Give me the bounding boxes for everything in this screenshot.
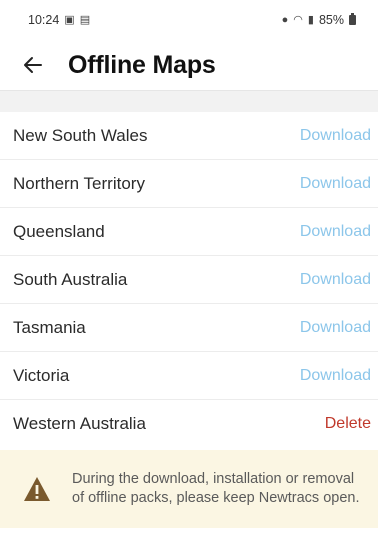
page-title: Offline Maps: [68, 50, 216, 79]
section-divider: [0, 90, 378, 112]
region-name: Western Australia: [13, 414, 146, 433]
region-row: Victoria Download: [0, 352, 378, 400]
status-time: 10:24: [28, 13, 60, 27]
wifi-icon: ◠: [293, 13, 303, 26]
region-name: New South Wales: [13, 125, 148, 145]
warning-icon: [24, 477, 50, 501]
app-bar: Offline Maps: [0, 40, 378, 90]
download-button[interactable]: Download: [300, 175, 371, 193]
region-row: Western Australia Delete: [0, 400, 378, 448]
download-button[interactable]: Download: [300, 367, 371, 385]
message-icon: ▤: [79, 13, 91, 26]
download-button[interactable]: Download: [300, 271, 371, 289]
region-name: Northern Territory: [13, 173, 145, 193]
download-button[interactable]: Download: [300, 319, 371, 337]
status-left: 10:24 ▣ ▤: [28, 13, 90, 27]
region-row: South Australia Download: [0, 256, 378, 304]
location-icon: ●: [281, 13, 289, 26]
delete-button[interactable]: Delete: [325, 415, 371, 433]
status-bar: 10:24 ▣ ▤ ● ◠ ▮ 85%: [0, 0, 378, 40]
region-row: Northern Territory Download: [0, 160, 378, 208]
region-row: Tasmania Download: [0, 304, 378, 352]
back-button[interactable]: [18, 50, 48, 80]
region-name: South Australia: [13, 269, 128, 289]
region-name: Victoria: [13, 365, 70, 385]
offline-notice: During the download, installation or rem…: [0, 450, 378, 528]
region-row: New South Wales Download: [0, 112, 378, 160]
photo-icon: ▣: [64, 13, 75, 26]
arrow-left-icon: [24, 57, 42, 73]
battery-icon: [349, 13, 356, 25]
battery-percent: 85%: [318, 13, 344, 27]
region-row: Queensland Download: [0, 208, 378, 256]
notice-text: During the download, installation or rem…: [72, 471, 360, 506]
signal-icon: ▮: [307, 13, 314, 26]
download-button[interactable]: Download: [300, 127, 371, 145]
region-name: Queensland: [13, 221, 105, 241]
status-right: ● ◠ ▮ 85%: [282, 13, 356, 27]
download-button[interactable]: Download: [300, 223, 371, 241]
region-name: Tasmania: [13, 317, 86, 337]
region-list: New South Wales Download Northern Territor…: [0, 112, 378, 448]
